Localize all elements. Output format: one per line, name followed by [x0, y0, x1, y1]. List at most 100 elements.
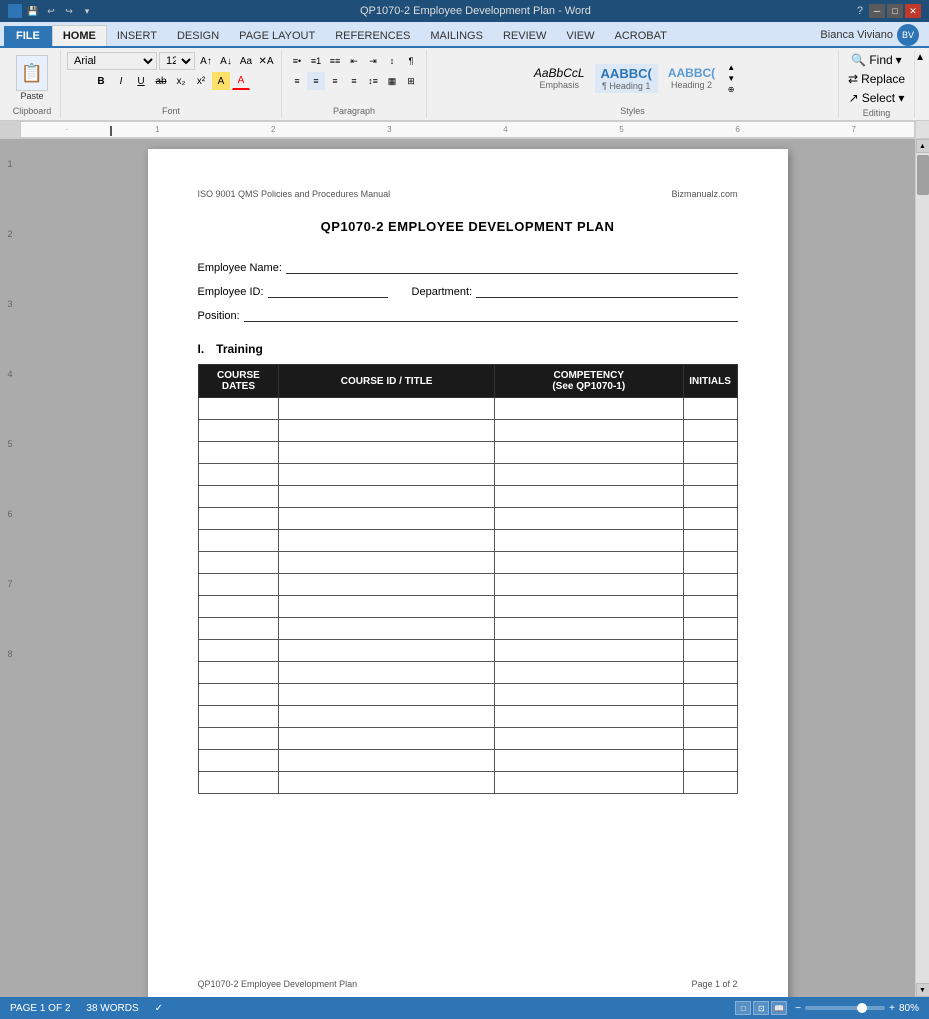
align-right-button[interactable]: ≡ [326, 72, 344, 90]
web-layout-button[interactable]: ⊡ [753, 1001, 769, 1015]
styles-scroll[interactable]: ▲ ▼ ⊕ [725, 63, 737, 94]
style-emphasis[interactable]: AaBbCcL Emphasis [528, 64, 591, 92]
cell-comp[interactable] [494, 398, 683, 420]
table-row[interactable] [198, 706, 737, 728]
increase-indent-button[interactable]: ⇥ [364, 52, 382, 70]
help-button[interactable]: ? [857, 5, 863, 17]
tab-page-layout[interactable]: PAGE LAYOUT [229, 26, 325, 46]
bold-button[interactable]: B [92, 72, 110, 90]
table-row[interactable] [198, 420, 737, 442]
zoom-out-button[interactable]: − [795, 1003, 801, 1014]
zoom-control[interactable]: − + 80% [795, 1003, 919, 1014]
employee-name-field[interactable] [286, 258, 738, 274]
print-layout-button[interactable]: □ [735, 1001, 751, 1015]
tab-view[interactable]: VIEW [556, 26, 604, 46]
redo-icon[interactable]: ↪ [62, 4, 76, 18]
text-highlight-button[interactable]: A [212, 72, 230, 90]
ruler-area: · 1 2 3 4 5 6 7 [0, 121, 929, 139]
bullets-button[interactable]: ≡• [288, 52, 306, 70]
change-case-button[interactable]: Aa [237, 52, 255, 70]
zoom-track[interactable] [805, 1006, 885, 1010]
table-row[interactable] [198, 508, 737, 530]
employee-id-label: Employee ID: [198, 286, 264, 298]
vertical-scrollbar[interactable]: ▲ ▼ [915, 139, 929, 997]
table-row[interactable] [198, 618, 737, 640]
justify-button[interactable]: ≡ [345, 72, 363, 90]
select-button[interactable]: ↗ Select ▾ [846, 90, 908, 106]
employee-id-field[interactable] [268, 282, 388, 298]
cell-dates[interactable] [198, 398, 279, 420]
tab-review[interactable]: REVIEW [493, 26, 556, 46]
font-family-select[interactable]: Arial [67, 52, 157, 70]
left-margin-marker [110, 126, 113, 136]
table-row[interactable] [198, 530, 737, 552]
zoom-in-button[interactable]: + [889, 1003, 895, 1014]
table-row[interactable] [198, 728, 737, 750]
table-row[interactable] [198, 684, 737, 706]
table-row[interactable] [198, 486, 737, 508]
tab-insert[interactable]: INSERT [107, 26, 167, 46]
department-field[interactable] [476, 282, 737, 298]
scroll-up-button[interactable]: ▲ [916, 139, 929, 153]
proofing-icon[interactable]: ✓ [155, 1003, 163, 1014]
table-row[interactable] [198, 596, 737, 618]
tab-design[interactable]: DESIGN [167, 26, 229, 46]
style-heading2[interactable]: AABBC( Heading 2 [662, 64, 721, 92]
align-center-button[interactable]: ≡ [307, 72, 325, 90]
font-color-button[interactable]: A [232, 72, 250, 90]
table-row[interactable] [198, 398, 737, 420]
borders-button[interactable]: ⊞ [402, 72, 420, 90]
decrease-indent-button[interactable]: ⇤ [345, 52, 363, 70]
grow-font-button[interactable]: A↑ [197, 52, 215, 70]
tab-home[interactable]: HOME [52, 25, 107, 46]
find-button[interactable]: 🔍 Find ▾ [848, 52, 904, 68]
strikethrough-button[interactable]: ab [152, 72, 170, 90]
table-row[interactable] [198, 552, 737, 574]
tab-references[interactable]: REFERENCES [325, 26, 420, 46]
tab-file[interactable]: FILE [4, 26, 52, 46]
scroll-down-button[interactable]: ▼ [916, 983, 929, 997]
close-button[interactable]: ✕ [905, 4, 921, 18]
table-row[interactable] [198, 750, 737, 772]
multilevel-button[interactable]: ≡≡ [326, 52, 344, 70]
align-left-button[interactable]: ≡ [288, 72, 306, 90]
cell-init[interactable] [683, 398, 737, 420]
sort-button[interactable]: ↕ [383, 52, 401, 70]
form-section: Employee Name: Employee ID: Department: … [198, 258, 738, 322]
customize-icon[interactable]: ▾ [80, 4, 94, 18]
table-row[interactable] [198, 574, 737, 596]
cell-title[interactable] [279, 398, 495, 420]
position-field[interactable] [244, 306, 738, 322]
undo-icon[interactable]: ↩ [44, 4, 58, 18]
style-heading1[interactable]: AABBC( ¶ Heading 1 [595, 64, 658, 93]
table-row[interactable] [198, 442, 737, 464]
line-spacing-button[interactable]: ↕≡ [364, 72, 382, 90]
replace-button[interactable]: ⇄ Replace [845, 71, 908, 87]
italic-button[interactable]: I [112, 72, 130, 90]
table-row[interactable] [198, 662, 737, 684]
ribbon-collapse-button[interactable]: ▲ [915, 52, 925, 63]
document-page[interactable]: ISO 9001 QMS Policies and Procedures Man… [148, 149, 788, 997]
clear-format-button[interactable]: ✕A [257, 52, 275, 70]
word-count: 38 WORDS [86, 1003, 138, 1014]
subscript-button[interactable]: x₂ [172, 72, 190, 90]
paragraph-controls: ≡• ≡1 ≡≡ ⇤ ⇥ ↕ ¶ ≡ ≡ ≡ ≡ ↕≡ ▦ ⊞ [288, 52, 420, 104]
table-row[interactable] [198, 772, 737, 794]
table-row[interactable] [198, 640, 737, 662]
shading-button[interactable]: ▦ [383, 72, 401, 90]
numbering-button[interactable]: ≡1 [307, 52, 325, 70]
read-mode-button[interactable]: 📖 [771, 1001, 787, 1015]
shrink-font-button[interactable]: A↓ [217, 52, 235, 70]
show-hide-button[interactable]: ¶ [402, 52, 420, 70]
tab-acrobat[interactable]: ACROBAT [604, 26, 676, 46]
maximize-button[interactable]: □ [887, 4, 903, 18]
paste-button[interactable]: 📋 Paste [10, 53, 54, 103]
superscript-button[interactable]: x² [192, 72, 210, 90]
scroll-thumb[interactable] [917, 155, 929, 195]
underline-button[interactable]: U [132, 72, 150, 90]
tab-mailings[interactable]: MAILINGS [420, 26, 493, 46]
minimize-button[interactable]: ─ [869, 4, 885, 18]
save-icon[interactable]: 💾 [26, 4, 40, 18]
table-row[interactable] [198, 464, 737, 486]
font-size-select[interactable]: 12 [159, 52, 195, 70]
